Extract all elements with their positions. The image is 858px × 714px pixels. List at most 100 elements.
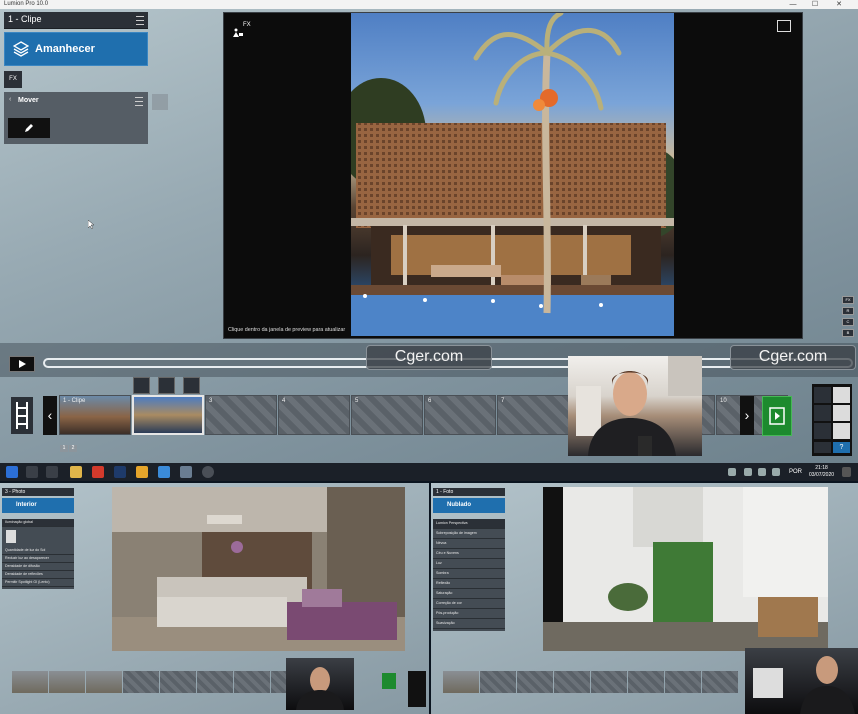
side-icon-fx[interactable]: FX: [842, 296, 854, 304]
fullscreen-icon[interactable]: [777, 20, 791, 32]
clip-slot[interactable]: 1 - Clipe: [59, 395, 131, 435]
page-1-button[interactable]: 1: [60, 445, 68, 452]
empty-slot[interactable]: [160, 671, 196, 693]
effect-setting-row[interactable]: Densidade de reflexões: [2, 571, 74, 579]
empty-slot[interactable]: [234, 671, 270, 693]
empty-slot[interactable]: [517, 671, 553, 693]
tray-network-icon[interactable]: [728, 468, 736, 476]
effect-list-item[interactable]: Lumion Perspectiva: [433, 519, 505, 529]
render-movie-button[interactable]: [762, 396, 792, 436]
side-icon-r[interactable]: R: [842, 307, 854, 315]
movie-mode-icon[interactable]: [814, 405, 831, 421]
effect-setting-row[interactable]: Permitir Spotlight GI (Lento): [2, 579, 74, 587]
empty-clip-slot[interactable]: 6: [424, 395, 496, 435]
side-icon-c[interactable]: C: [842, 318, 854, 326]
effect-setting-row[interactable]: Quantidade de luz do Sol: [2, 547, 74, 555]
close-button[interactable]: ✕: [830, 0, 848, 9]
tray-icon[interactable]: [744, 468, 752, 476]
effect-list-item[interactable]: Névoa: [433, 539, 505, 549]
empty-clip-slot[interactable]: 7: [497, 395, 569, 435]
tray-volume-icon[interactable]: [758, 468, 766, 476]
effect-setting-row[interactable]: Reduzir luz ao desaparecer: [2, 555, 74, 563]
empty-clip-slot[interactable]: 4: [278, 395, 350, 435]
photoshop-icon[interactable]: [114, 466, 126, 478]
info-icon[interactable]: [833, 423, 850, 439]
empty-clip-slot[interactable]: 5: [351, 395, 423, 435]
minimize-button[interactable]: —: [784, 0, 802, 9]
photo-mode-icon[interactable]: [833, 387, 850, 403]
file-explorer-icon[interactable]: [70, 466, 82, 478]
panorama-mode-icon[interactable]: [833, 405, 850, 421]
effect-panel-mover: ‹ Mover: [4, 92, 148, 144]
clip-list-icon[interactable]: [183, 377, 200, 394]
effect-list-item[interactable]: Saturação: [433, 589, 505, 599]
task-view-icon[interactable]: [46, 466, 58, 478]
effect-setting-row[interactable]: Densidade de difusão: [2, 563, 74, 571]
fx-button[interactable]: FX: [4, 71, 22, 88]
help-button[interactable]: ?: [833, 442, 850, 453]
clip-header: 1 - Clipe: [4, 12, 148, 29]
empty-slot[interactable]: [554, 671, 590, 693]
back-chevron-icon[interactable]: ‹: [9, 96, 11, 103]
effect-list-item[interactable]: Céu e Nuvens: [433, 549, 505, 559]
effect-list-item[interactable]: Luz: [433, 559, 505, 569]
effect-list-item[interactable]: Correção de cor: [433, 599, 505, 609]
render-scene: [351, 13, 674, 336]
mode-panel: ?: [812, 384, 852, 456]
camera-clip-icon[interactable]: [158, 377, 175, 394]
empty-slot[interactable]: [628, 671, 664, 693]
clip-slot[interactable]: [132, 395, 204, 435]
strip-next-button[interactable]: ›: [740, 396, 754, 435]
style-button[interactable]: Nublado: [433, 498, 505, 513]
clip-thumb[interactable]: [443, 671, 479, 693]
copy-effect-icon[interactable]: [152, 94, 168, 110]
render-preview-image[interactable]: [351, 13, 674, 336]
notifications-icon[interactable]: [842, 467, 851, 477]
clip-thumb[interactable]: [12, 671, 48, 693]
empty-slot[interactable]: [480, 671, 516, 693]
edit-clip-icon[interactable]: [133, 377, 150, 394]
build-mode-icon[interactable]: [814, 387, 831, 403]
lumion-icon[interactable]: [180, 466, 192, 478]
start-icon[interactable]: [6, 466, 18, 478]
app-icon[interactable]: [158, 466, 170, 478]
chrome-icon[interactable]: [136, 466, 148, 478]
strip-prev-button[interactable]: ‹: [43, 396, 57, 435]
empty-slot[interactable]: [702, 671, 738, 693]
language-indicator[interactable]: POR: [789, 469, 802, 475]
sketchup-icon[interactable]: [92, 466, 104, 478]
clip-thumb[interactable]: [86, 671, 122, 693]
clock[interactable]: 21:18 03/07/2020: [809, 465, 834, 479]
render-movie-button[interactable]: [382, 673, 396, 689]
empty-slot[interactable]: [197, 671, 233, 693]
effect-list-item[interactable]: Pós-produção: [433, 609, 505, 619]
slot-label: 7: [501, 398, 505, 404]
tray-wifi-icon[interactable]: [772, 468, 780, 476]
empty-clip-slot[interactable]: 3: [205, 395, 277, 435]
obs-icon[interactable]: [202, 466, 214, 478]
edit-move-button[interactable]: [8, 118, 50, 138]
interior-preview[interactable]: [112, 487, 405, 651]
effect-list-item[interactable]: Sobreposição de imagem: [433, 529, 505, 539]
side-icon-b[interactable]: B: [842, 329, 854, 337]
maximize-button[interactable]: ☐: [806, 0, 824, 9]
play-button[interactable]: [9, 356, 35, 372]
empty-slot[interactable]: [665, 671, 701, 693]
settings-icon[interactable]: [814, 442, 831, 453]
effect-list-item[interactable]: Sombra: [433, 569, 505, 579]
effect-menu-icon[interactable]: [135, 97, 143, 106]
clip-thumb[interactable]: [49, 671, 85, 693]
filmstrip-icon[interactable]: [11, 397, 33, 434]
effect-thumb-row: [2, 527, 74, 547]
empty-slot[interactable]: [123, 671, 159, 693]
save-icon[interactable]: [814, 423, 831, 439]
search-icon[interactable]: [26, 466, 38, 478]
exterior-preview[interactable]: [543, 487, 828, 651]
page-2-button[interactable]: 2: [69, 445, 77, 452]
effect-list-item[interactable]: Reflexão: [433, 579, 505, 589]
effect-list-item[interactable]: Suavização: [433, 619, 505, 629]
style-button[interactable]: Amanhecer: [4, 32, 148, 66]
clip-menu-icon[interactable]: [136, 16, 144, 25]
empty-slot[interactable]: [591, 671, 627, 693]
style-button[interactable]: Interior: [2, 498, 74, 513]
